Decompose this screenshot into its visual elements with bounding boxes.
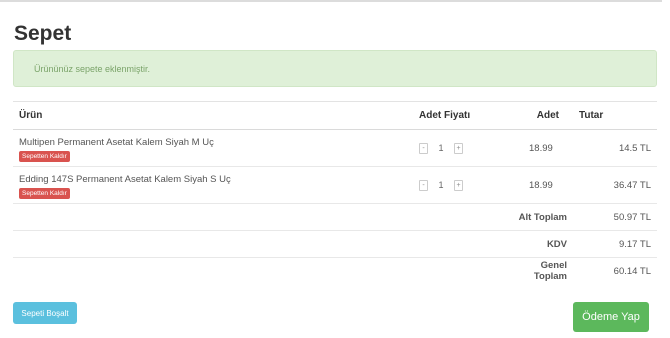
summary-spacer bbox=[413, 230, 505, 258]
quantity-value[interactable]: 1 bbox=[428, 180, 454, 190]
grand-total-value: 60.14 TL bbox=[613, 265, 651, 277]
decrement-button[interactable]: - bbox=[419, 179, 428, 191]
line-total: 14.5 TL bbox=[573, 129, 657, 167]
table-header-row: Ürün Adet Fiyatı Adet Tutar bbox=[13, 101, 657, 130]
page-title: Sepet bbox=[14, 22, 72, 45]
product-name: Edding 147S Permanent Asetat Kalem Siyah… bbox=[19, 173, 231, 185]
quantity-stepper: - 1 + bbox=[413, 129, 505, 167]
summary-row-grand-total: Genel Toplam 60.14 TL bbox=[13, 258, 657, 285]
header-unit-price: Adet Fiyatı bbox=[413, 101, 505, 130]
unit-price: 18.99 bbox=[505, 129, 573, 167]
unit-price: 18.99 bbox=[505, 166, 573, 204]
decrement-button[interactable]: - bbox=[419, 142, 428, 154]
header-total: Tutar bbox=[573, 101, 657, 130]
product-cell: Multipen Permanent Asetat Kalem Siyah M … bbox=[13, 129, 413, 167]
summary-row-subtotal: Alt Toplam 50.97 TL bbox=[13, 203, 657, 231]
tax-value: 9.17 TL bbox=[573, 230, 657, 258]
table-row: Edding 147S Permanent Asetat Kalem Siyah… bbox=[13, 166, 657, 204]
header-quantity: Adet bbox=[505, 101, 573, 130]
product-name: Multipen Permanent Asetat Kalem Siyah M … bbox=[19, 136, 214, 148]
quantity-value[interactable]: 1 bbox=[428, 143, 454, 153]
summary-spacer bbox=[13, 258, 413, 285]
table-row: Multipen Permanent Asetat Kalem Siyah M … bbox=[13, 129, 657, 167]
increment-button[interactable]: + bbox=[454, 179, 463, 191]
summary-row-tax: KDV 9.17 TL bbox=[13, 230, 657, 258]
summary-spacer bbox=[13, 230, 413, 258]
success-alert: Ürününüz sepete eklenmiştir. bbox=[13, 50, 657, 87]
tax-label: KDV bbox=[505, 230, 573, 258]
grand-total-label: Genel Toplam bbox=[533, 260, 567, 283]
alert-message: Ürününüz sepete eklenmiştir. bbox=[34, 64, 151, 74]
quantity-stepper: - 1 + bbox=[413, 166, 505, 204]
checkout-button[interactable]: Ödeme Yap bbox=[573, 302, 649, 332]
cart-table: Ürün Adet Fiyatı Adet Tutar Multipen Per… bbox=[13, 101, 657, 285]
remove-from-cart-button[interactable]: Sepetten Kaldır bbox=[19, 150, 70, 162]
header-product: Ürün bbox=[13, 101, 413, 130]
subtotal-value: 50.97 TL bbox=[573, 203, 657, 231]
summary-spacer bbox=[413, 258, 505, 285]
product-cell: Edding 147S Permanent Asetat Kalem Siyah… bbox=[13, 166, 413, 204]
increment-button[interactable]: + bbox=[454, 142, 463, 154]
remove-from-cart-button[interactable]: Sepetten Kaldır bbox=[19, 187, 70, 199]
summary-spacer bbox=[13, 203, 413, 231]
subtotal-label: Alt Toplam bbox=[505, 203, 573, 231]
top-divider bbox=[0, 0, 662, 3]
empty-cart-button[interactable]: Sepeti Boşalt bbox=[13, 302, 77, 324]
summary-spacer bbox=[413, 203, 505, 231]
line-total: 36.47 TL bbox=[573, 166, 657, 204]
